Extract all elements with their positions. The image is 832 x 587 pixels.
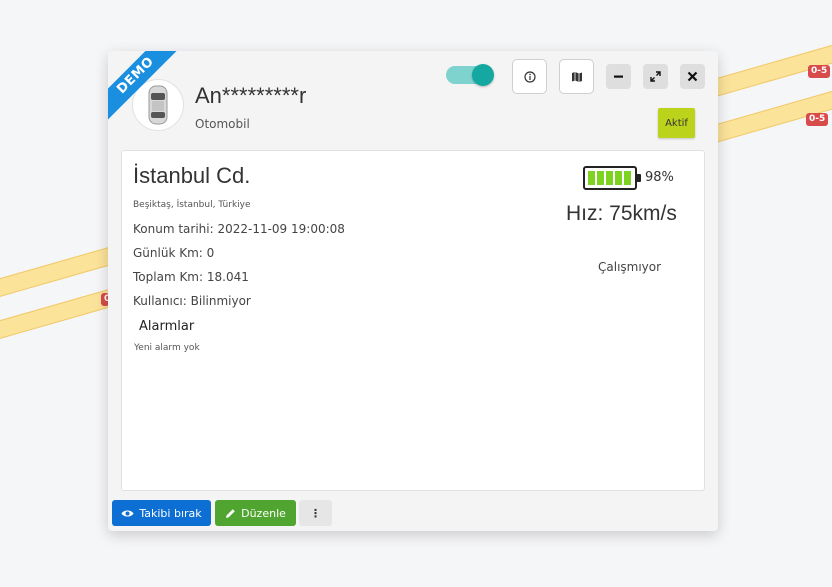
stop-tracking-button[interactable]: Takibi bırak [112, 500, 211, 526]
more-options-button[interactable]: ⋮ [299, 500, 332, 526]
alarms-title: Alarmlar [139, 319, 195, 334]
alarms-empty-text: Yeni alarm yok [134, 343, 200, 353]
map-button[interactable] [559, 59, 594, 94]
speed-readout: Hız: 75km/s [566, 202, 677, 225]
address-title: İstanbul Cd. [133, 163, 251, 188]
status-badge: Aktif [658, 108, 695, 138]
edit-label: Düzenle [241, 506, 286, 520]
road-badge: 0-5 [806, 113, 829, 126]
total-km: Toplam Km: 18.041 [133, 270, 249, 284]
eye-icon [121, 510, 134, 516]
address-subtitle: Beşiktaş, İstanbul, Türkiye [133, 200, 251, 210]
battery-percentage: 98% [645, 170, 674, 185]
minimize-icon [614, 75, 623, 78]
car-icon [148, 85, 168, 125]
vehicle-name: An*********r [195, 83, 307, 108]
tracking-toggle[interactable] [446, 64, 494, 86]
vehicle-card: DEMO An*********r Otomobil Aktif İstanbu… [108, 51, 718, 531]
user-info: Kullanıcı: Bilinmiyor [133, 294, 251, 308]
road-badge: 0-5 [808, 65, 831, 78]
position-date: Konum tarihi: 2022-11-09 19:00:08 [133, 222, 345, 236]
minimize-button[interactable] [606, 64, 631, 89]
details-panel: İstanbul Cd. Beşiktaş, İstanbul, Türkiye… [121, 150, 705, 491]
map-icon [571, 71, 582, 82]
battery-fill [588, 171, 632, 185]
daily-km: Günlük Km: 0 [133, 246, 215, 260]
edit-button[interactable]: Düzenle [215, 500, 296, 526]
close-button[interactable] [680, 64, 705, 89]
battery-icon [583, 166, 641, 190]
info-icon [523, 70, 536, 83]
expand-button[interactable] [643, 64, 668, 89]
engine-state: Çalışmıyor [598, 260, 662, 274]
stop-tracking-label: Takibi bırak [139, 506, 202, 520]
pencil-icon [226, 508, 235, 518]
info-button[interactable] [512, 59, 547, 94]
vehicle-type: Otomobil [195, 117, 250, 131]
expand-icon [650, 71, 661, 82]
toggle-knob [472, 64, 494, 86]
close-icon [687, 71, 698, 82]
